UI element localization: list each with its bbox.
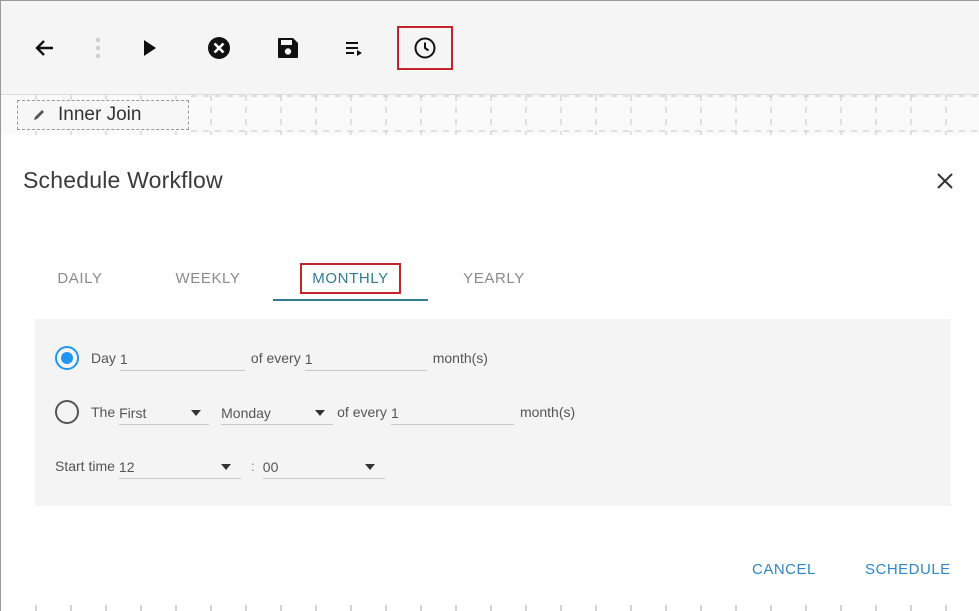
cancel-circle-icon bbox=[208, 37, 230, 59]
option-day-row: Day 1 of every 1 month(s) bbox=[55, 345, 488, 371]
chevron-down-icon bbox=[220, 464, 231, 470]
tab-yearly[interactable]: YEARLY bbox=[447, 253, 541, 303]
start-hour-value: 12 bbox=[118, 459, 135, 475]
tab-monthly[interactable]: MONTHLY bbox=[273, 253, 428, 303]
day-of-month-input[interactable]: 1 bbox=[119, 345, 245, 371]
start-hour-select[interactable]: 12 bbox=[118, 453, 241, 479]
schedule-dialog: Schedule Workflow DAILY WEEKLY MONTHLY Y… bbox=[1, 135, 979, 611]
stop-button[interactable] bbox=[201, 30, 237, 66]
more-vertical-icon bbox=[95, 37, 101, 59]
the-every-months-input[interactable]: 1 bbox=[390, 399, 514, 425]
option-the-suffix: month(s) bbox=[519, 404, 576, 420]
close-icon bbox=[937, 173, 953, 189]
ordinal-select-value: First bbox=[119, 405, 147, 421]
chevron-down-icon bbox=[191, 410, 202, 416]
workflow-editor: Inner Join Schedule Workflow DAILY WEEKL… bbox=[0, 0, 979, 611]
frequency-tabs: DAILY WEEKLY MONTHLY YEARLY bbox=[1, 253, 979, 305]
the-every-months-value: 1 bbox=[390, 405, 399, 421]
tab-yearly-label: YEARLY bbox=[463, 269, 525, 287]
day-every-months-value: 1 bbox=[304, 351, 313, 367]
day-of-month-value: 1 bbox=[119, 351, 128, 367]
active-tab-indicator bbox=[273, 299, 428, 301]
option-the-middle: of every bbox=[337, 404, 387, 420]
cancel-button[interactable]: CANCEL bbox=[752, 561, 816, 578]
tab-daily-label: DAILY bbox=[57, 269, 103, 287]
schedule-button[interactable]: SCHEDULE bbox=[865, 561, 951, 578]
tab-weekly-label: WEEKLY bbox=[175, 269, 241, 287]
option-day-suffix: month(s) bbox=[432, 350, 488, 366]
ordinal-select[interactable]: First bbox=[119, 399, 210, 425]
dialog-title: Schedule Workflow bbox=[23, 167, 223, 193]
weekday-select-value: Monday bbox=[221, 405, 271, 421]
canvas-grid-bottom bbox=[35, 605, 947, 611]
schedule-clock-button[interactable] bbox=[397, 26, 453, 70]
run-button[interactable] bbox=[132, 30, 168, 66]
clock-icon bbox=[414, 37, 436, 59]
back-arrow-icon bbox=[35, 40, 53, 56]
inner-join-node[interactable]: Inner Join bbox=[17, 100, 189, 130]
list-run-icon bbox=[346, 42, 362, 56]
monthly-options-panel: Day 1 of every 1 month(s) The First Mond… bbox=[35, 319, 951, 506]
node-label: Inner Join bbox=[58, 104, 142, 125]
chevron-down-icon bbox=[315, 410, 326, 416]
run-list-button[interactable] bbox=[337, 30, 373, 66]
toolbar bbox=[1, 1, 979, 95]
option-day-prefix: Day bbox=[91, 350, 116, 366]
more-options-button[interactable] bbox=[80, 30, 116, 66]
chevron-down-icon bbox=[364, 464, 375, 470]
option-the-row: The First Monday of every 1 month(s) bbox=[55, 399, 575, 425]
tab-weekly[interactable]: WEEKLY bbox=[157, 253, 259, 303]
option-the-prefix: The bbox=[91, 404, 116, 420]
start-time-row: Start time 12 : 00 bbox=[55, 453, 385, 479]
start-minute-value: 00 bbox=[262, 459, 279, 475]
tab-daily[interactable]: DAILY bbox=[41, 253, 119, 303]
workflow-canvas[interactable]: Inner Join bbox=[1, 95, 979, 135]
option-day-radio[interactable] bbox=[55, 346, 79, 370]
save-button[interactable] bbox=[270, 30, 306, 66]
pencil-icon bbox=[34, 110, 44, 120]
play-icon bbox=[144, 40, 156, 56]
option-the-radio[interactable] bbox=[55, 400, 79, 424]
tab-monthly-label: MONTHLY bbox=[300, 262, 401, 294]
start-time-label: Start time bbox=[55, 458, 115, 474]
save-icon bbox=[278, 38, 298, 58]
back-button[interactable] bbox=[27, 30, 63, 66]
close-button[interactable] bbox=[931, 167, 959, 195]
day-every-months-input[interactable]: 1 bbox=[304, 345, 427, 371]
start-minute-select[interactable]: 00 bbox=[262, 453, 385, 479]
time-separator: : bbox=[250, 458, 255, 474]
weekday-select[interactable]: Monday bbox=[221, 399, 334, 425]
option-day-middle: of every bbox=[250, 350, 301, 366]
